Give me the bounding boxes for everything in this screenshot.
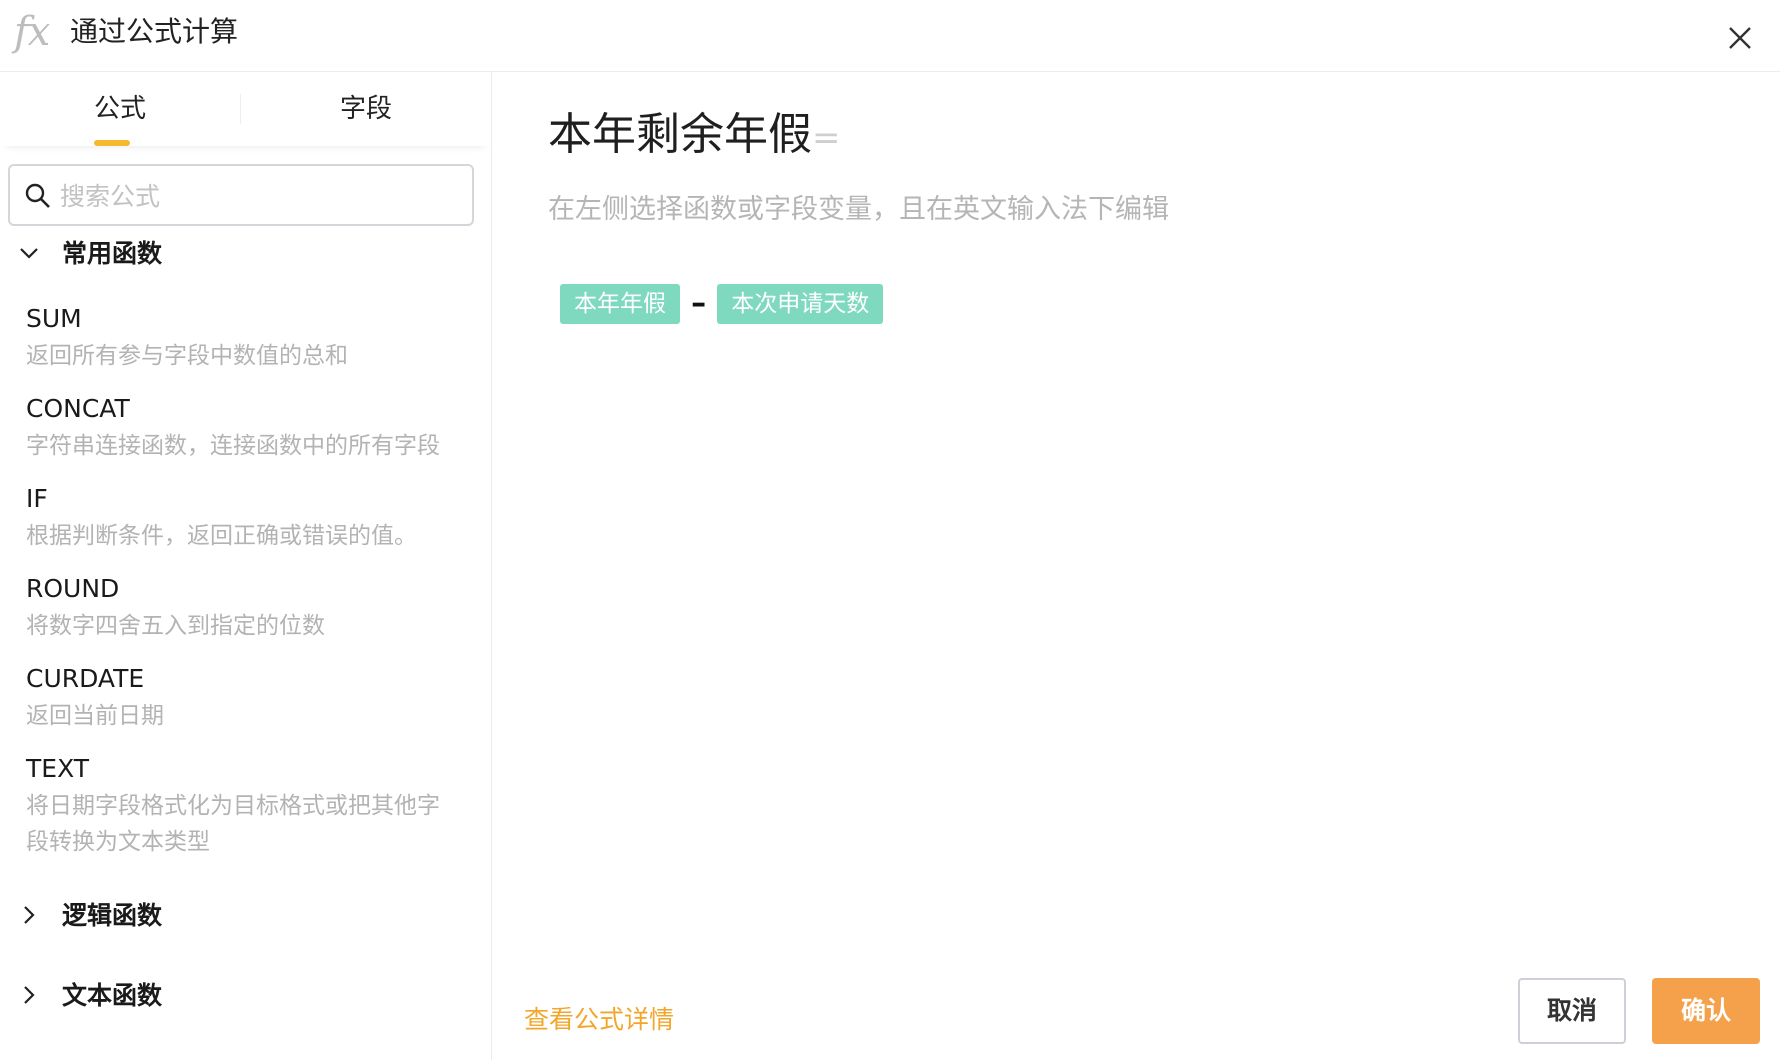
chevron-down-icon	[20, 248, 38, 259]
search-input[interactable]	[58, 172, 462, 220]
view-formula-details-link[interactable]: 查看公式详情	[524, 1002, 674, 1038]
confirm-button[interactable]: 确认	[1652, 978, 1760, 1044]
group-logic-functions[interactable]: 逻辑函数	[0, 894, 480, 938]
operator-token: –	[691, 286, 707, 321]
function-item-concat[interactable]: CONCAT 字符串连接函数，连接函数中的所有字段	[26, 392, 466, 464]
close-icon[interactable]	[1726, 24, 1754, 52]
function-description: 根据判断条件，返回正确或错误的值。	[26, 523, 417, 549]
function-description: 段转换为文本类型	[26, 829, 210, 855]
search-box	[8, 164, 474, 226]
formula-editor: 本年剩余年假= 在左侧选择函数或字段变量，且在英文输入法下编辑 本年年假 – 本…	[492, 72, 1780, 1060]
formula-expression[interactable]: 本年年假 – 本次申请天数	[560, 284, 884, 324]
cancel-button[interactable]: 取消	[1518, 978, 1626, 1044]
function-item-round[interactable]: ROUND 将数字四舍五入到指定的位数	[26, 572, 466, 644]
dialog-header: fx 通过公式计算	[0, 0, 1780, 72]
function-description: 返回当前日期	[26, 703, 164, 729]
formula-fx-icon: fx	[14, 9, 50, 55]
formula-target-field: 本年剩余年假=	[548, 100, 841, 173]
group-common-functions[interactable]: 常用函数	[0, 232, 480, 276]
function-item-text[interactable]: TEXT 将日期字段格式化为目标格式或把其他字 段转换为文本类型	[26, 752, 466, 860]
chevron-right-icon	[24, 986, 35, 1004]
active-tab-indicator	[94, 140, 130, 146]
equals-sign: =	[812, 118, 841, 158]
field-token[interactable]: 本次申请天数	[717, 284, 884, 324]
function-item-curdate[interactable]: CURDATE 返回当前日期	[26, 662, 466, 734]
function-description: 返回所有参与字段中数值的总和	[26, 343, 348, 369]
function-item-sum[interactable]: SUM 返回所有参与字段中数值的总和	[26, 302, 466, 374]
function-description: 将日期字段格式化为目标格式或把其他字	[26, 793, 440, 819]
field-token[interactable]: 本年年假	[560, 284, 680, 324]
tab-formula[interactable]: 公式	[0, 72, 240, 146]
function-item-if[interactable]: IF 根据判断条件，返回正确或错误的值。	[26, 482, 466, 554]
function-name: CURDATE	[26, 664, 145, 693]
search-icon	[25, 183, 50, 208]
sidebar-tabs: 公式 字段	[0, 72, 491, 146]
target-field-name: 本年剩余年假	[548, 109, 812, 160]
function-name: ROUND	[26, 574, 120, 603]
function-description: 将数字四舍五入到指定的位数	[26, 613, 325, 639]
function-name: SUM	[26, 304, 82, 333]
function-description: 字符串连接函数，连接函数中的所有字段	[26, 433, 440, 459]
function-name: IF	[26, 484, 48, 513]
function-name: CONCAT	[26, 394, 130, 423]
group-title: 文本函数	[62, 981, 163, 1010]
chevron-right-icon	[24, 906, 35, 924]
editor-hint: 在左侧选择函数或字段变量，且在英文输入法下编辑	[548, 194, 1169, 225]
function-sidebar: 公式 字段 常用函数 SUM 返回所有参与字段中数值的总和 CONCAT 字符串…	[0, 72, 492, 1060]
tab-divider	[240, 94, 241, 124]
function-name: TEXT	[26, 754, 90, 783]
tab-fields[interactable]: 字段	[246, 72, 486, 146]
dialog-title: 通过公式计算	[70, 15, 239, 48]
group-title: 逻辑函数	[62, 901, 163, 930]
group-title: 常用函数	[62, 239, 163, 268]
group-text-functions[interactable]: 文本函数	[0, 974, 480, 1018]
